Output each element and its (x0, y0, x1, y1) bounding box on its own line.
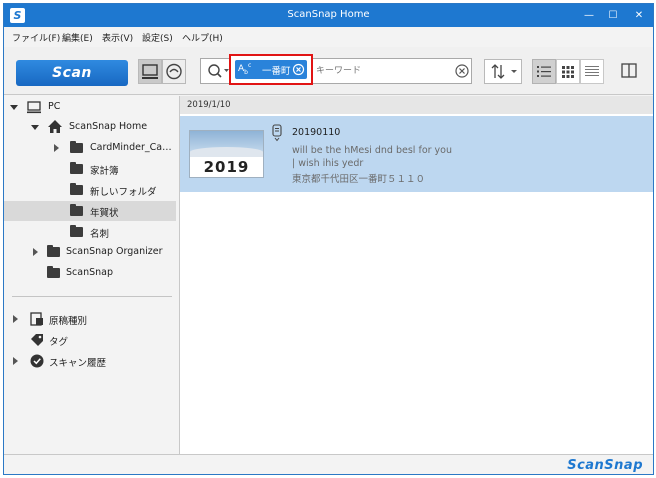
folder-icon (47, 266, 60, 278)
document-thumbnail[interactable]: 2019 (189, 130, 264, 178)
sort-icon (491, 64, 517, 79)
cloud-toggle[interactable] (162, 59, 186, 84)
expand-icon[interactable] (33, 248, 38, 256)
collapse-icon[interactable] (10, 105, 18, 110)
folder-icon (70, 183, 83, 195)
tree-label: スキャン履歴 (49, 358, 107, 369)
menu-settings[interactable]: 設定(S) (142, 31, 173, 44)
expand-icon[interactable] (13, 315, 18, 323)
maximize-button[interactable]: ☐ (602, 7, 624, 24)
search-tag-text: 一番町 (262, 66, 291, 77)
tree-item-scansnap[interactable]: ScanSnap (4, 263, 176, 283)
status-bar: ScanSnap (4, 454, 653, 474)
tree-label: ScanSnap (66, 267, 113, 278)
detail-view-button[interactable] (580, 59, 604, 84)
navigation-pane: PC ScanSnap Home CardMinder_Ca… 家計簿 新しいフ… (4, 96, 180, 454)
document-info-icon[interactable] (272, 124, 282, 142)
window-title: ScanSnap Home (287, 9, 370, 20)
menu-file[interactable]: ファイル(F) (12, 31, 60, 44)
folder-icon (70, 204, 83, 216)
document-type-icon (30, 312, 43, 326)
search-icon[interactable] (204, 59, 230, 83)
tree-item-organizer[interactable]: ScanSnap Organizer (4, 242, 176, 262)
tree-item-kakeibo[interactable]: 家計簿 (4, 159, 176, 179)
tree-label: CardMinder_Ca… (90, 142, 172, 153)
grid-view-icon (562, 66, 574, 78)
remove-tag-icon[interactable] (292, 63, 305, 76)
panel-icon (621, 63, 637, 78)
thumbnail-view-button[interactable] (556, 59, 580, 84)
expand-icon[interactable] (54, 144, 59, 152)
local-pc-toggle[interactable] (138, 59, 162, 84)
scansnap-logo: ScanSnap (567, 458, 643, 473)
tree-item-tag[interactable]: タグ (4, 330, 176, 350)
computer-icon (27, 101, 41, 114)
tree-item-meishi[interactable]: 名刺 (4, 222, 176, 242)
tree-item-pc[interactable]: PC (4, 97, 176, 117)
tree-label: ScanSnap Organizer (66, 246, 163, 257)
tree-label: 年賀状 (90, 208, 119, 219)
title-bar: S ScanSnap Home — ☐ ✕ (4, 4, 653, 27)
address-search-tag-highlight: Abc 一番町 (229, 54, 313, 85)
cloud-sync-icon (166, 63, 182, 80)
tree-item-cardminder[interactable]: CardMinder_Ca… (4, 138, 176, 158)
app-window: S ScanSnap Home — ☐ ✕ ファイル(F) 編集(E) 表示(V… (3, 3, 654, 475)
thumbnail-year: 2019 (203, 158, 250, 176)
document-text-line: | wish ihis yedr (292, 158, 364, 169)
menu-view[interactable]: 表示(V) (102, 31, 133, 44)
detail-list-icon (585, 66, 599, 76)
list-view-button[interactable] (532, 59, 556, 84)
menu-edit[interactable]: 編集(E) (62, 31, 93, 44)
scan-button[interactable]: Scan (16, 60, 128, 86)
search-tag-chip[interactable]: Abc 一番町 (235, 60, 307, 79)
folder-icon (47, 245, 60, 257)
toolbar: Scan Abc 一番町 キーワード (4, 47, 653, 95)
tree-item-doc-type[interactable]: 原稿種別 (4, 309, 176, 329)
expand-icon[interactable] (13, 357, 18, 365)
pane-divider (12, 296, 172, 297)
collapse-icon[interactable] (31, 125, 39, 130)
keyword-input[interactable] (316, 63, 446, 79)
date-group-header: 2019/1/10 (180, 96, 653, 114)
tree-label: 家計簿 (90, 166, 119, 177)
tree-label: 名刺 (90, 229, 110, 240)
menu-help[interactable]: ヘルプ(H) (182, 31, 223, 44)
text-recognition-icon: Abc (238, 62, 252, 76)
document-text-line: will be the hMesi dnd besl for you (292, 145, 453, 156)
home-icon (48, 120, 62, 133)
folder-icon (70, 141, 83, 153)
tree-label: 原稿種別 (49, 316, 88, 327)
close-button[interactable]: ✕ (628, 7, 650, 24)
tag-icon (31, 334, 43, 346)
document-address: 東京都千代田区一番町５１１０ (292, 174, 426, 185)
preview-pane-button[interactable] (618, 59, 642, 84)
tree-label: ScanSnap Home (69, 121, 148, 132)
list-view-icon (537, 66, 551, 77)
minimize-button[interactable]: — (578, 7, 600, 24)
document-row[interactable]: 2019 20190110 will be the hMesi dnd besl… (180, 116, 653, 192)
menu-bar: ファイル(F) 編集(E) 表示(V) 設定(S) ヘルプ(H) (4, 27, 653, 47)
tree-label: PC (48, 101, 61, 112)
sort-button[interactable] (484, 59, 522, 84)
history-check-icon (30, 354, 44, 368)
tree-item-scan-history[interactable]: スキャン履歴 (4, 351, 176, 371)
document-title: 20190110 (292, 127, 341, 138)
tree-label: タグ (49, 337, 69, 348)
clear-search-icon[interactable] (454, 63, 470, 79)
document-list: 2019/1/10 2019 20190110 will be the hMes… (180, 96, 653, 454)
tree-item-new-folder[interactable]: 新しいフォルダ (4, 180, 176, 200)
folder-icon (70, 162, 83, 174)
tree-label: 新しいフォルダ (90, 187, 157, 198)
thumbnail-snow (190, 147, 263, 157)
tree-item-scansnap-home[interactable]: ScanSnap Home (4, 117, 176, 137)
folder-icon (70, 225, 83, 237)
tree-item-nengajo[interactable]: 年賀状 (4, 201, 176, 221)
computer-icon (142, 64, 158, 79)
